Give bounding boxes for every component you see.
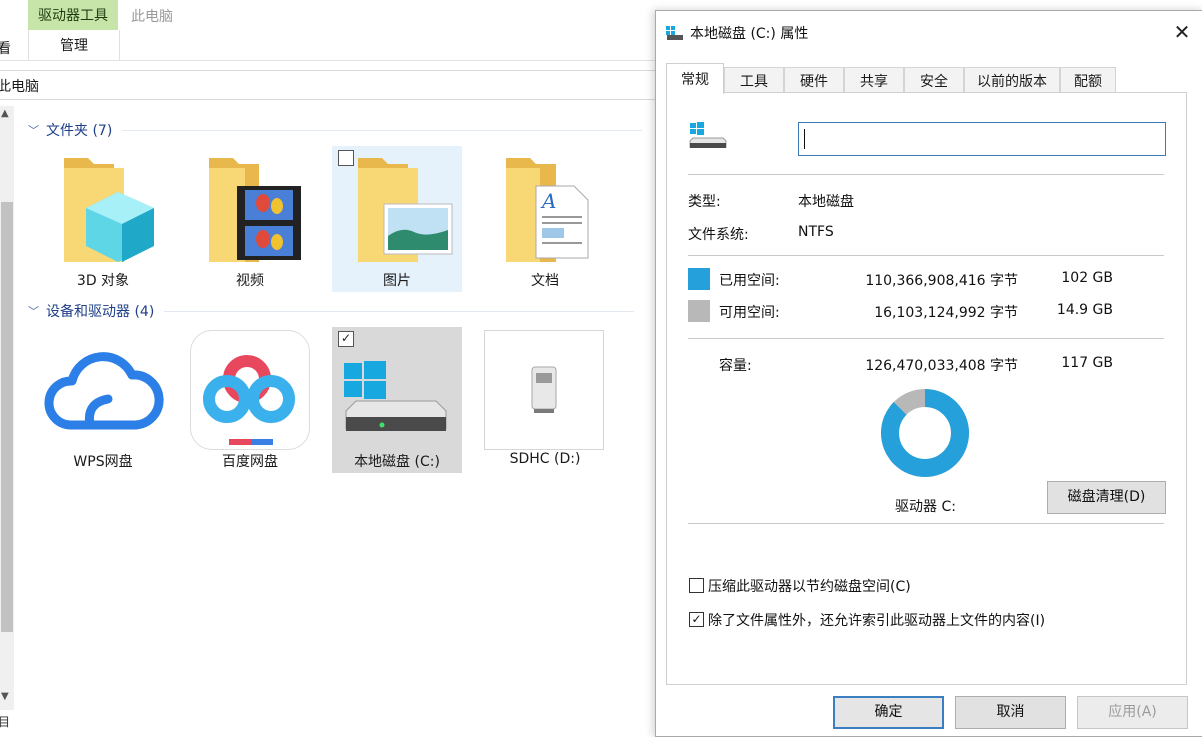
properties-dialog: 本地磁盘 (C:) 属性 ✕ 常规 工具 硬件 共享 安全 以前的版本 配额 类… — [655, 10, 1202, 737]
device-item-sdhc[interactable]: SDHC (D:) — [480, 327, 610, 473]
folder-item-3d[interactable]: 3D 对象 — [38, 146, 168, 292]
cancel-button[interactable]: 取消 — [955, 696, 1066, 729]
compress-checkbox[interactable] — [689, 578, 704, 593]
devices-group-label: 设备和驱动器 (4) — [46, 304, 155, 320]
apply-button[interactable]: 应用(A) — [1077, 696, 1188, 729]
folder-documents-icon: A — [506, 158, 589, 262]
free-space-bytes: 16,103,124,992 字节 — [874, 305, 1018, 321]
capacity-gb: 117 GB — [1061, 355, 1113, 371]
close-icon[interactable]: ✕ — [1169, 19, 1195, 45]
folder-video-icon — [209, 158, 301, 262]
folder-item-pictures[interactable]: 图片 — [332, 146, 462, 292]
sd-card-icon — [531, 366, 557, 413]
baidu-netdisk-icon — [203, 355, 295, 445]
wps-cloud-icon — [44, 352, 164, 430]
scroll-down-icon[interactable]: ▼ — [1, 691, 9, 702]
ribbon-tabs: 驱动器工具 此电脑 — [0, 0, 655, 30]
drive-label: 驱动器 C: — [895, 499, 956, 515]
tab-hardware[interactable]: 硬件 — [784, 67, 844, 93]
group-divider — [122, 129, 643, 131]
ribbon-view-label[interactable]: 看 — [0, 38, 11, 58]
folder-3d-icon — [64, 158, 154, 262]
status-text: 目 — [0, 715, 11, 729]
separator — [688, 523, 1164, 524]
type-value: 本地磁盘 — [798, 194, 854, 210]
used-space-bytes: 110,366,908,416 字节 — [865, 273, 1018, 289]
drive-small-icon — [666, 26, 683, 40]
device-label: SDHC (D:) — [509, 451, 581, 467]
separator — [688, 174, 1164, 175]
device-label: 百度网盘 — [222, 454, 278, 470]
folder-item-documents[interactable]: A 文档 — [480, 146, 610, 292]
free-color-swatch — [688, 300, 710, 322]
svg-text:A: A — [540, 189, 556, 213]
tab-this-pc[interactable]: 此电脑 — [131, 6, 173, 26]
filesystem-value: NTFS — [798, 224, 834, 240]
tab-quota[interactable]: 配额 — [1060, 67, 1116, 93]
local-disk-icon — [689, 122, 727, 148]
address-bar[interactable]: 此电脑 — [0, 70, 661, 100]
status-bar: 目 — [0, 712, 655, 735]
scrollbar-thumb[interactable] — [1, 202, 13, 632]
address-text: 此电脑 — [0, 79, 39, 95]
disk-cleanup-button[interactable]: 磁盘清理(D) — [1047, 481, 1166, 514]
dialog-titlebar[interactable]: 本地磁盘 (C:) 属性 ✕ — [656, 11, 1202, 53]
device-label: 本地磁盘 (C:) — [354, 454, 440, 470]
filesystem-label: 文件系统: — [688, 227, 749, 243]
type-label: 类型: — [688, 194, 721, 210]
device-item-local-c[interactable]: ✓ 本地磁盘 (C:) — [332, 327, 462, 473]
group-divider — [164, 310, 635, 312]
index-label[interactable]: 除了文件属性外，还允许索引此驱动器上文件的内容(I) — [708, 610, 1045, 630]
used-color-swatch — [688, 268, 710, 290]
device-item-baidu[interactable]: 百度网盘 — [185, 327, 315, 473]
ok-button[interactable]: 确定 — [833, 696, 944, 729]
ribbon-command-row: 看 管理 — [0, 30, 655, 61]
general-panel: 类型: 本地磁盘 文件系统: NTFS 已用空间: 110,366,908,41… — [666, 92, 1187, 685]
separator — [688, 338, 1164, 339]
folder-label: 视频 — [236, 273, 264, 289]
scroll-up-icon[interactable]: ▲ — [1, 108, 9, 119]
text-caret — [804, 129, 805, 149]
folders-group-header[interactable]: ﹀ 文件夹 (7) — [28, 120, 643, 140]
capacity-label: 容量: — [719, 358, 752, 374]
tab-tools[interactable]: 工具 — [724, 67, 784, 93]
used-space-label: 已用空间: — [719, 273, 780, 289]
item-checkbox[interactable] — [338, 150, 354, 166]
tab-previous-versions[interactable]: 以前的版本 — [964, 67, 1060, 93]
tab-general[interactable]: 常规 — [666, 63, 724, 94]
vertical-scrollbar[interactable]: ▲ ▼ — [0, 106, 14, 710]
used-space-gb: 102 GB — [1061, 270, 1113, 286]
disk-usage-donut — [881, 389, 969, 477]
folder-label: 文档 — [531, 273, 559, 289]
tab-security[interactable]: 安全 — [904, 67, 964, 93]
item-checkbox[interactable]: ✓ — [338, 331, 354, 347]
free-space-gb: 14.9 GB — [1056, 302, 1113, 318]
folder-item-videos[interactable]: 视频 — [185, 146, 315, 292]
folders-group-label: 文件夹 (7) — [46, 123, 113, 139]
capacity-bytes: 126,470,033,408 字节 — [865, 358, 1018, 374]
volume-name-input[interactable] — [798, 122, 1166, 156]
compress-label[interactable]: 压缩此驱动器以节约磁盘空间(C) — [708, 576, 911, 596]
devices-group-header[interactable]: ﹀ 设备和驱动器 (4) — [28, 301, 635, 321]
index-checkbox[interactable]: ✓ — [689, 612, 704, 627]
separator — [688, 255, 1164, 256]
free-space-label: 可用空间: — [719, 305, 780, 321]
device-item-wps[interactable]: WPS网盘 — [38, 327, 168, 473]
tab-drive-tools[interactable]: 驱动器工具 — [28, 0, 118, 30]
chevron-down-icon[interactable]: ﹀ — [28, 122, 46, 138]
device-label: WPS网盘 — [73, 454, 133, 470]
tab-sharing[interactable]: 共享 — [844, 67, 904, 93]
folder-label: 图片 — [383, 273, 411, 289]
folder-label: 3D 对象 — [76, 273, 130, 289]
dialog-title: 本地磁盘 (C:) 属性 — [690, 26, 809, 42]
manage-button[interactable]: 管理 — [28, 30, 120, 60]
chevron-down-icon[interactable]: ﹀ — [28, 303, 46, 319]
